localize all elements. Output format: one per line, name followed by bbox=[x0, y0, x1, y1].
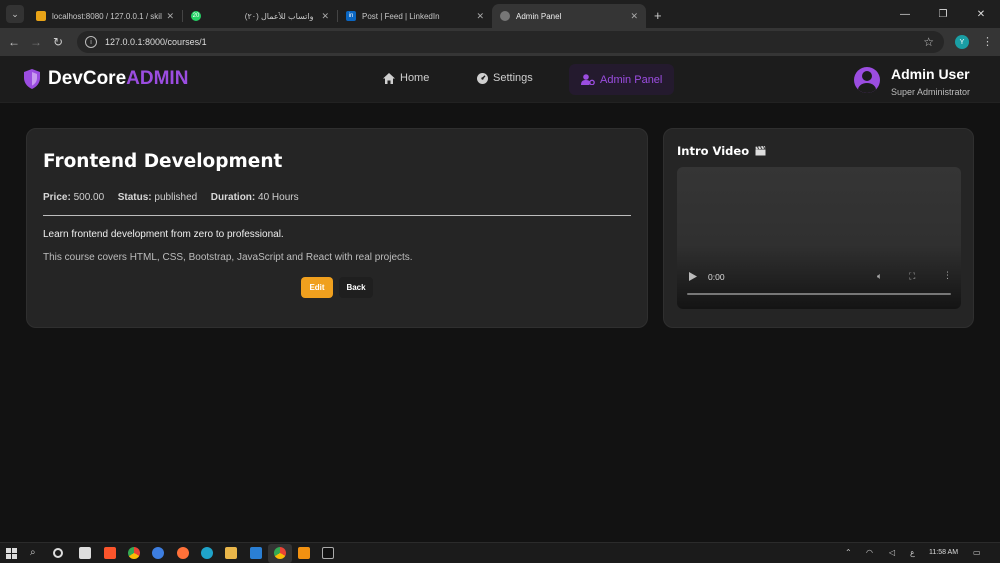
tab-title: واتساب للأعمال (٢٠) bbox=[244, 11, 314, 21]
divider bbox=[43, 215, 631, 216]
course-lead: Learn frontend development from zero to … bbox=[43, 229, 284, 240]
video-progress-bar[interactable] bbox=[687, 293, 951, 295]
minimize-icon[interactable]: — bbox=[886, 0, 924, 28]
browser-tab[interactable]: localhost:8080 / 127.0.0.1 / skill ✕ bbox=[28, 4, 182, 28]
browser-tab[interactable]: 20 واتساب للأعمال (٢٠) ✕ bbox=[183, 4, 337, 28]
edge-icon[interactable] bbox=[201, 547, 213, 559]
volume-icon[interactable]: 🔈︎ bbox=[877, 271, 882, 282]
chrome-icon[interactable] bbox=[128, 547, 140, 559]
browser-tab-active[interactable]: Admin Panel ✕ bbox=[492, 4, 646, 28]
phpmyadmin-favicon-icon bbox=[36, 11, 46, 21]
globe-favicon-icon bbox=[500, 11, 510, 21]
nav-home-label: Home bbox=[400, 72, 430, 84]
browser-tab-bar: ⌄ localhost:8080 / 127.0.0.1 / skill ✕ 2… bbox=[0, 0, 1000, 28]
volume-tray-icon[interactable]: ◁ bbox=[889, 548, 895, 557]
close-tab-icon[interactable]: ✕ bbox=[321, 11, 329, 22]
back-arrow-icon[interactable]: ← bbox=[3, 35, 25, 49]
duration-value: 40 Hours bbox=[258, 192, 299, 203]
tab-title: localhost:8080 / 127.0.0.1 / skill bbox=[52, 11, 163, 21]
windows-start-icon[interactable] bbox=[6, 548, 17, 559]
clock[interactable]: 11:58 AM bbox=[929, 549, 958, 556]
tab-title: Post | Feed | LinkedIn bbox=[362, 11, 440, 21]
terminal-icon[interactable] bbox=[322, 547, 334, 559]
user-avatar-icon bbox=[854, 67, 880, 93]
price-label: Price: bbox=[43, 192, 71, 203]
browser-menu-icon[interactable]: ⋮ bbox=[982, 35, 993, 48]
vscode-icon[interactable] bbox=[250, 547, 262, 559]
brand-logo[interactable]: DevCore ADMIN bbox=[22, 68, 188, 90]
search-icon[interactable]: ⌕ bbox=[30, 547, 36, 558]
user-role: Super Administrator bbox=[891, 87, 971, 97]
video-player[interactable]: 0:00 🔈︎ ⛶ ⋮ bbox=[677, 167, 961, 309]
status-value: published bbox=[154, 192, 198, 203]
notification-icon[interactable]: ▭ bbox=[973, 548, 981, 557]
reload-icon[interactable]: ↻ bbox=[47, 35, 69, 49]
home-icon bbox=[383, 72, 395, 84]
bookmark-star-icon[interactable]: ☆ bbox=[923, 35, 934, 49]
site-info-icon[interactable]: i bbox=[85, 36, 97, 48]
brand-accent: ADMIN bbox=[126, 68, 189, 89]
url-text: 127.0.0.1:8000/courses/1 bbox=[105, 37, 207, 47]
nav-admin-panel-label: Admin Panel bbox=[600, 73, 663, 86]
status-label: Status: bbox=[117, 192, 152, 203]
gauge-icon bbox=[477, 72, 488, 84]
more-options-icon[interactable]: ⋮ bbox=[943, 270, 952, 281]
course-title: Frontend Development bbox=[43, 151, 283, 172]
browser-tab[interactable]: in Post | Feed | LinkedIn ✕ bbox=[338, 4, 492, 28]
store-icon[interactable] bbox=[79, 547, 91, 559]
profile-avatar[interactable]: Y bbox=[955, 35, 969, 49]
course-meta: Price: 500.00 Status: published Duration… bbox=[43, 192, 631, 203]
app-navbar: DevCore ADMIN Home Settings Admin Panel A… bbox=[0, 56, 1000, 103]
close-tab-icon[interactable]: ✕ bbox=[476, 11, 484, 22]
browser-toolbar: ← → ↻ i 127.0.0.1:8000/courses/1 ☆ Y ⋮ bbox=[0, 28, 1000, 56]
tab-search-button[interactable]: ⌄ bbox=[6, 5, 24, 23]
nav-home[interactable]: Home bbox=[383, 72, 429, 84]
address-bar[interactable]: i 127.0.0.1:8000/courses/1 ☆ bbox=[77, 31, 944, 53]
tray-chevron-icon[interactable]: ⌃ bbox=[845, 548, 852, 557]
course-description: This course covers HTML, CSS, Bootstrap,… bbox=[43, 252, 413, 263]
brave-icon[interactable] bbox=[104, 547, 116, 559]
task-view-icon[interactable] bbox=[53, 548, 63, 558]
brand-name: DevCore bbox=[48, 68, 127, 89]
user-gear-icon bbox=[581, 74, 595, 85]
nav-settings[interactable]: Settings bbox=[477, 72, 533, 84]
user-menu[interactable]: Admin User Super Administrator bbox=[854, 66, 970, 97]
course-details-card: Frontend Development Price: 500.00 Statu… bbox=[26, 128, 648, 328]
linkedin-favicon-icon: in bbox=[346, 11, 356, 21]
clapperboard-icon bbox=[755, 146, 766, 156]
whatsapp-favicon-icon: 20 bbox=[191, 11, 201, 21]
file-explorer-icon[interactable] bbox=[225, 547, 237, 559]
nav-settings-label: Settings bbox=[493, 72, 533, 84]
shield-icon bbox=[24, 69, 40, 89]
firefox-icon[interactable] bbox=[177, 547, 189, 559]
play-icon[interactable] bbox=[689, 272, 697, 281]
close-window-icon[interactable]: ✕ bbox=[962, 0, 1000, 28]
duration-label: Duration: bbox=[210, 192, 256, 203]
edit-button[interactable]: Edit bbox=[301, 277, 333, 298]
window-controls: — ❐ ✕ bbox=[886, 0, 1000, 28]
language-indicator[interactable]: ع bbox=[910, 548, 915, 557]
close-tab-icon[interactable]: ✕ bbox=[166, 11, 174, 22]
nav-admin-panel[interactable]: Admin Panel bbox=[569, 64, 675, 95]
os-taskbar: ⌕ ⌃ ◠ ◁ ع 11:58 AM ▭ bbox=[0, 542, 1000, 563]
fullscreen-icon[interactable]: ⛶ bbox=[909, 271, 915, 282]
forward-arrow-icon[interactable]: → bbox=[25, 35, 47, 49]
video-heading: Intro Video bbox=[677, 144, 960, 158]
price-value: 500.00 bbox=[73, 192, 105, 203]
tab-title: Admin Panel bbox=[516, 11, 562, 21]
close-tab-icon[interactable]: ✕ bbox=[630, 11, 638, 22]
user-name: Admin User bbox=[891, 66, 970, 82]
course-actions: Edit Back bbox=[43, 277, 631, 298]
chrome-active-icon[interactable] bbox=[274, 547, 286, 559]
intro-video-card: Intro Video 0:00 🔈︎ ⛶ ⋮ bbox=[663, 128, 974, 328]
wifi-icon[interactable]: ◠ bbox=[866, 548, 873, 557]
video-heading-text: Intro Video bbox=[677, 144, 750, 158]
new-tab-icon[interactable]: + bbox=[654, 8, 662, 23]
xampp-icon[interactable] bbox=[298, 547, 310, 559]
safari-icon[interactable] bbox=[152, 547, 164, 559]
video-time: 0:00 bbox=[708, 272, 725, 282]
back-button[interactable]: Back bbox=[339, 277, 373, 298]
restore-icon[interactable]: ❐ bbox=[924, 0, 962, 28]
